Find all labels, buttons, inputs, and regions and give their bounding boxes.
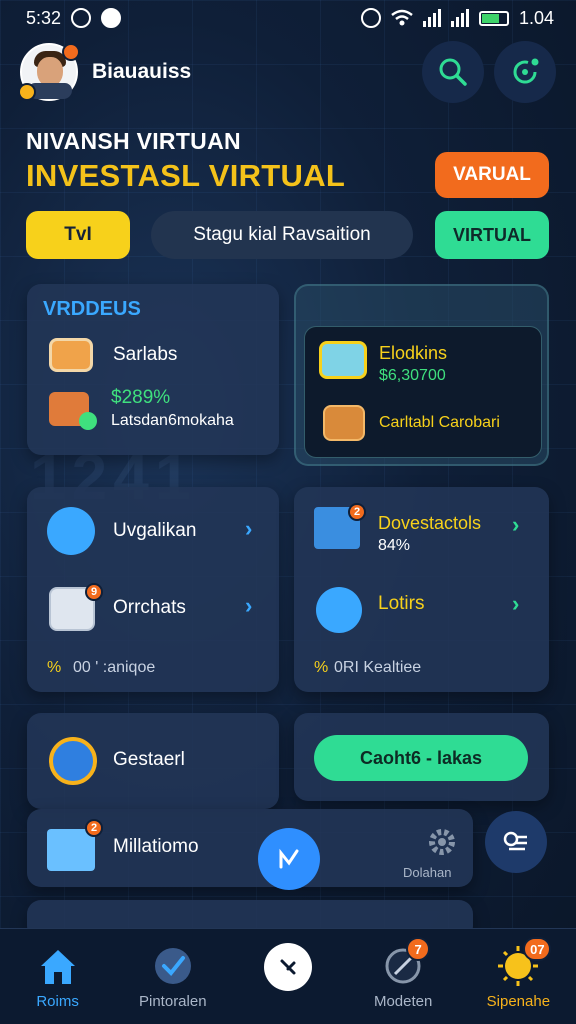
card-left-top[interactable]: VRDDEUS Sarlabs $289% Latsdan6mokaha xyxy=(27,284,279,455)
list-badge: 2 xyxy=(85,819,103,837)
gestaerl-label: Gestaerl xyxy=(113,749,185,770)
chevron-right-icon[interactable]: › xyxy=(245,593,252,619)
money-stack-icon xyxy=(319,341,367,379)
signal-icon xyxy=(422,9,441,27)
card-right-top-inner: Elodkins $6,30700 Carltabl Carobari xyxy=(304,326,542,458)
refresh-icon xyxy=(513,58,539,84)
chevron-right-icon[interactable]: › xyxy=(512,512,519,538)
card-right-mid: 2 Dovestactols 84% › Lotirs › % 0RI Keal… xyxy=(294,487,549,692)
cta-button[interactable]: Caoht6 - lakas xyxy=(314,735,528,781)
coins-icon xyxy=(316,587,362,633)
lotirs-label[interactable]: Lotirs xyxy=(378,593,424,615)
footer-percent-icon: % xyxy=(47,659,62,676)
nav-item-compass[interactable]: 7 Modeten xyxy=(347,937,459,1010)
avatar[interactable] xyxy=(18,43,80,101)
elodkins-title: Elodkins xyxy=(379,343,448,363)
status-time: 5:32 xyxy=(26,7,62,28)
alarm-icon xyxy=(71,8,92,28)
card-left-bottom[interactable]: Gestaerl xyxy=(27,713,279,809)
nav-item-home[interactable]: Roims xyxy=(2,943,114,1010)
dovestactols-value: 84% xyxy=(378,537,411,554)
footer-percent-icon: % xyxy=(314,659,329,676)
compass-icon: 7 xyxy=(380,937,431,989)
edit-fab[interactable] xyxy=(258,828,320,890)
nav-label: Pintoralen xyxy=(139,993,207,1010)
tab-center[interactable]: Stagu kial Ravsaition xyxy=(151,211,413,259)
footer-text: 00 ' :aniqoe xyxy=(73,659,156,676)
battery-text: 1.04 xyxy=(518,7,554,28)
nav-item-sun[interactable]: 07 Sipenahe xyxy=(462,937,574,1010)
nav-item-checklist[interactable]: Pintoralen xyxy=(117,943,229,1010)
signal2-icon xyxy=(450,9,469,27)
avatar-coin-icon xyxy=(18,83,36,101)
dnd-icon xyxy=(360,8,381,28)
sun-badge: 07 xyxy=(523,937,552,961)
orrchats-badge: 9 xyxy=(85,583,103,601)
filter-icon xyxy=(503,831,527,851)
millatiomo-label: Millatiomo xyxy=(113,836,199,857)
wallet-icon xyxy=(49,338,93,372)
secondary-label: Latsdan6mokaha xyxy=(111,412,234,429)
percent-value: $289% xyxy=(111,387,171,408)
gear-badge-icon xyxy=(49,737,97,785)
chest-icon xyxy=(323,405,365,441)
magnifier-icon xyxy=(47,507,95,555)
nav-label: Modeten xyxy=(373,993,433,1010)
home-icon xyxy=(35,943,81,989)
battery-icon xyxy=(478,10,509,26)
center-action-icon xyxy=(263,943,312,991)
uvgalikan-label[interactable]: Uvgalikan xyxy=(113,520,196,542)
compass-badge: 7 xyxy=(406,937,431,961)
nav-label: Sipenahe xyxy=(486,993,551,1010)
chevron-right-icon[interactable]: › xyxy=(512,591,519,617)
app-header: Biauauiss xyxy=(18,41,556,103)
gear-label: Dolahan xyxy=(403,865,452,880)
card-list-item[interactable]: 2 Millatiomo Dolahan xyxy=(27,809,473,887)
notification-icon xyxy=(101,8,122,28)
elodkins-value: $6,30700 xyxy=(379,367,446,384)
virtual-green-button[interactable]: VIRTUAL xyxy=(435,211,549,259)
status-bar: 5:32 1.04 xyxy=(0,0,576,36)
filter-fab[interactable] xyxy=(485,811,547,873)
virtual-orange-button[interactable]: VARUAL xyxy=(435,152,549,198)
nav-item-center-action[interactable] xyxy=(232,943,344,995)
card-right-bottom: Caoht6 - lakas xyxy=(294,713,549,801)
checklist-icon xyxy=(150,943,196,989)
card-right-top[interactable]: Elodkins $6,30700 Carltabl Carobari xyxy=(294,284,549,466)
brand-name: Biauauiss xyxy=(92,60,192,83)
avatar-badge xyxy=(62,43,80,61)
card-left-mid: Uvgalikan › 9 Orrchats › % 00 ' :aniqoe xyxy=(27,487,279,692)
chevron-right-icon[interactable]: › xyxy=(245,516,252,542)
orrchats-label[interactable]: Orrchats xyxy=(113,597,186,619)
sun-icon: 07 xyxy=(495,937,552,989)
edit-icon xyxy=(279,848,299,869)
dovestactols-title[interactable]: Dovestactols xyxy=(378,513,481,534)
carltabl-label: Carltabl Carobari xyxy=(379,414,500,431)
refresh-button[interactable] xyxy=(494,41,556,103)
bottom-nav: Roims Pintoralen 7 Modeten 07 Sipenahe xyxy=(0,928,576,1024)
shield-icon xyxy=(79,412,97,430)
search-icon xyxy=(439,58,467,86)
card-section-title: VRDDEUS xyxy=(43,298,141,320)
footer-text: 0RI Kealtiee xyxy=(334,659,422,676)
hero-subtitle: NIVANSH VIRTUAN xyxy=(26,128,241,154)
hero-title: INVESTASL VIRTUAL xyxy=(26,158,346,193)
nav-label: Roims xyxy=(36,993,79,1010)
sarlabs-label: Sarlabs xyxy=(113,344,178,365)
dovestactols-badge: 2 xyxy=(348,503,366,521)
tab-yellow[interactable]: TvI xyxy=(26,211,130,259)
search-button[interactable] xyxy=(422,41,484,103)
gear-icon[interactable] xyxy=(425,825,459,859)
wifi-icon xyxy=(391,9,413,26)
